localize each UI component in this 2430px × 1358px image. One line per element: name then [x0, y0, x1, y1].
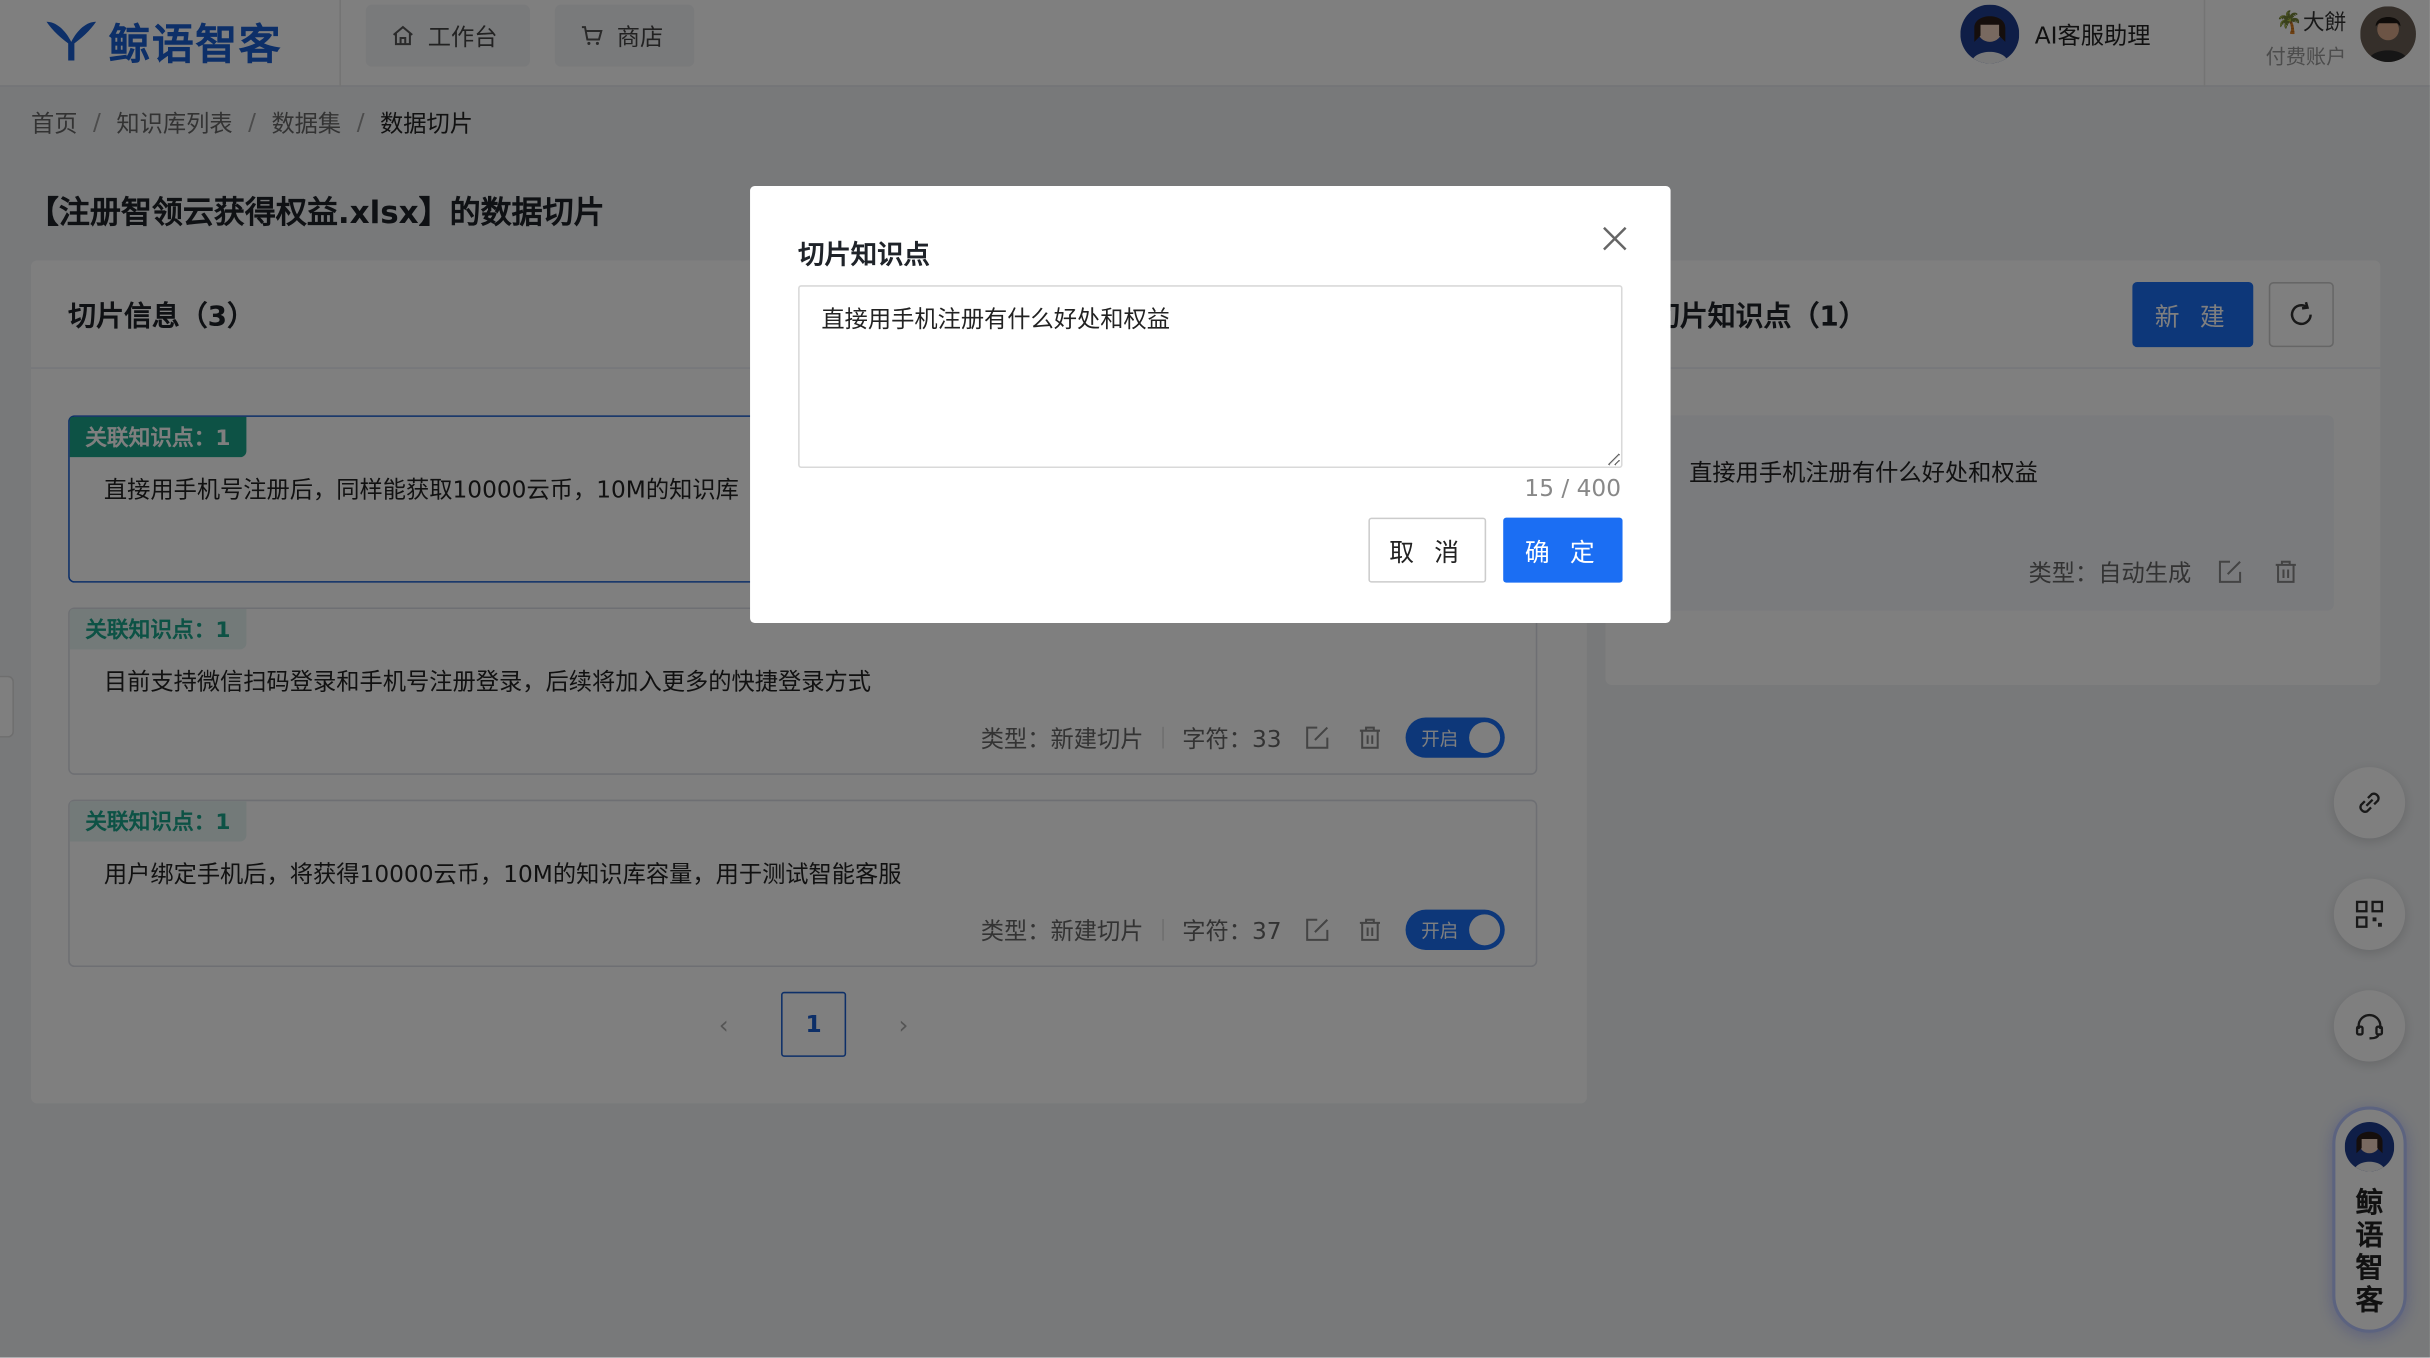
close-icon[interactable] [1599, 223, 1630, 254]
confirm-button[interactable]: 确 定 [1503, 517, 1623, 583]
knowledge-point-dialog: 切片知识点 直接用手机注册有什么好处和权益 15 / 400 取 消 确 定 [750, 185, 1671, 623]
dialog-title: 切片知识点 [798, 240, 930, 272]
char-counter: 15 / 400 [1524, 474, 1621, 503]
cancel-button[interactable]: 取 消 [1368, 517, 1487, 583]
knowledge-point-textarea[interactable]: 直接用手机注册有什么好处和权益 [798, 285, 1623, 469]
